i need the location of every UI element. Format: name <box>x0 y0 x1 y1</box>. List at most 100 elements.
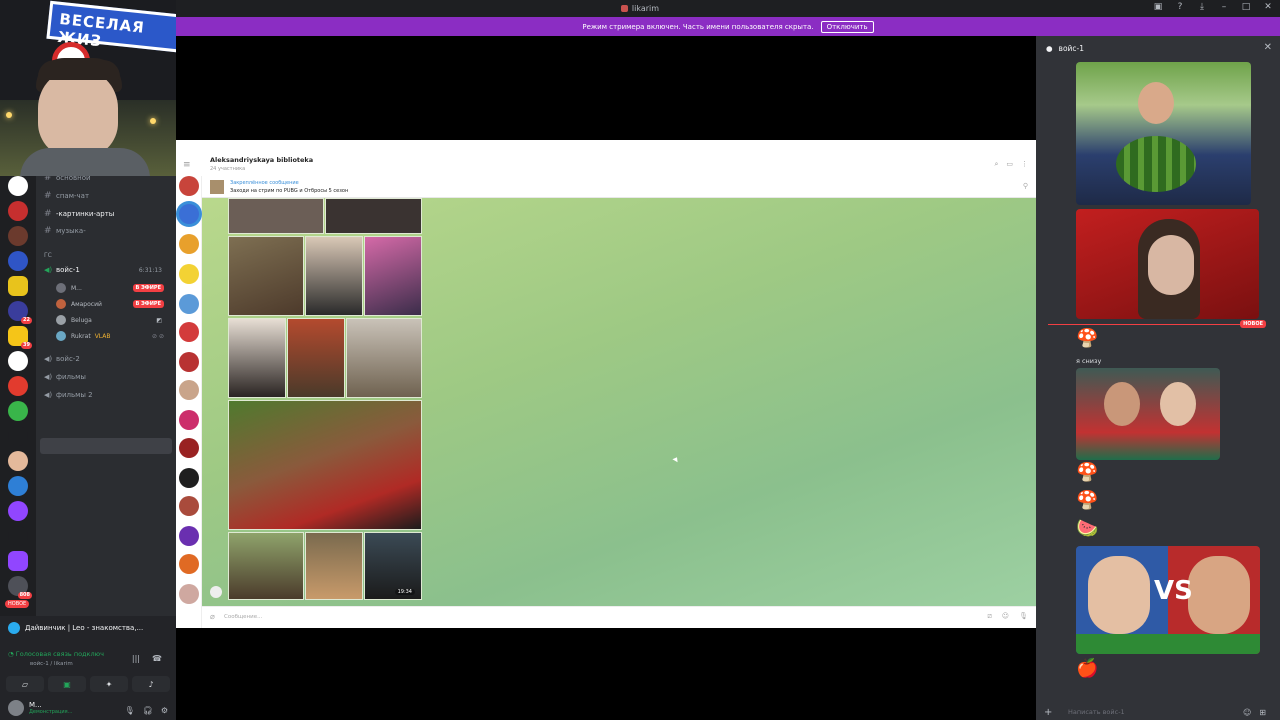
category-header[interactable]: ГС <box>44 252 52 259</box>
photo[interactable] <box>364 236 422 316</box>
chat-avatar[interactable] <box>179 554 199 574</box>
voice-channel-voice-1[interactable]: ◀) войс-1 6:31:13 <box>44 262 168 278</box>
help-icon[interactable]: ? <box>1174 2 1186 12</box>
photo[interactable] <box>287 318 345 398</box>
server-icon[interactable] <box>8 401 28 421</box>
chat-avatar[interactable] <box>179 410 199 430</box>
pin-list-icon[interactable]: ⚲ <box>1023 182 1028 190</box>
server-icon[interactable]: 22 <box>8 301 32 324</box>
chat-avatar[interactable] <box>179 438 199 458</box>
mushroom-emoji[interactable]: 🍄 <box>1076 328 1100 350</box>
voice-member[interactable]: Rukrat VLAB ⊘ ⊘ <box>56 329 168 343</box>
photo[interactable] <box>325 198 422 234</box>
download-icon[interactable]: ⤓ <box>1196 2 1208 12</box>
chat-avatar[interactable] <box>179 322 199 342</box>
photo[interactable] <box>305 532 363 600</box>
chat-avatar[interactable] <box>179 294 199 314</box>
photo[interactable] <box>228 400 422 530</box>
soundboard-button[interactable]: ♪ <box>132 676 170 692</box>
image-two-men[interactable] <box>1076 368 1220 460</box>
voice-channel-films-2[interactable]: ◀) фильмы 2 <box>44 387 93 403</box>
image-man-with-headset[interactable] <box>1076 209 1259 319</box>
more-icon[interactable]: ⋮ <box>1021 160 1028 169</box>
voice-channel-voice-2[interactable]: ◀) войс-2 <box>44 351 80 367</box>
microphone-icon[interactable]: 🎙︎ <box>125 706 135 715</box>
inbox-icon[interactable]: ▣ <box>1152 2 1164 12</box>
chat-avatar[interactable] <box>179 380 199 400</box>
voice-channel-selected[interactable] <box>40 438 172 454</box>
voice-member[interactable]: Beluga ◩ <box>56 313 168 327</box>
close-window-button[interactable]: ✕ <box>1262 2 1274 12</box>
maximize-button[interactable]: □ <box>1240 2 1252 12</box>
channel-music[interactable]: # музыка- <box>44 223 86 239</box>
activity-row[interactable]: Дайвинчик | Leo - знакомства,... <box>8 622 168 634</box>
photo[interactable] <box>228 532 304 600</box>
voice-connected-status[interactable]: ◔ Голосовая связь подключ <box>8 650 104 658</box>
settings-icon[interactable]: ⚙ <box>161 706 168 715</box>
watermelon-emoji[interactable]: 🍉 <box>1076 518 1100 540</box>
photo[interactable] <box>228 198 324 234</box>
server-icon[interactable] <box>8 501 28 521</box>
commands-icon[interactable]: ⧄ <box>987 612 991 621</box>
image-versus-thumbnail[interactable]: VS <box>1076 546 1260 654</box>
chat-avatar[interactable] <box>179 264 199 284</box>
chat-avatar[interactable] <box>179 496 199 516</box>
disable-streamer-mode-button[interactable]: Отключить <box>820 20 874 33</box>
apps-icon[interactable]: ⊞ <box>1259 708 1266 717</box>
attach-icon[interactable]: ⌀ <box>210 612 215 621</box>
voice-record-icon[interactable]: 🎙︎ <box>1019 612 1028 621</box>
plus-icon[interactable]: + <box>1044 707 1058 718</box>
server-icon[interactable] <box>8 176 28 196</box>
mushroom-emoji[interactable]: 🍄 <box>1076 490 1100 512</box>
current-user[interactable]: М... Демонстрация... <box>8 700 72 716</box>
server-icon[interactable] <box>8 251 28 271</box>
photo[interactable]: 19:34 <box>364 532 422 600</box>
chat-avatar[interactable] <box>179 352 199 372</box>
photo[interactable] <box>228 318 286 398</box>
emoji-picker-icon[interactable]: ☺ <box>1243 708 1251 717</box>
chat-avatar[interactable] <box>179 176 199 196</box>
server-icon[interactable] <box>8 476 28 496</box>
channel-spam[interactable]: # спам-чат <box>44 188 89 204</box>
voice-member[interactable]: М... В ЭФИРЕ <box>56 281 168 295</box>
pinned-message[interactable]: Закреплённое сообщение Заходи на стрим п… <box>202 176 1036 198</box>
server-icon[interactable] <box>8 201 28 221</box>
sender-avatar[interactable] <box>210 586 222 598</box>
emoji-icon[interactable]: ☺ <box>1002 612 1009 621</box>
close-icon[interactable]: ✕ <box>1264 42 1272 53</box>
photo[interactable] <box>346 318 422 398</box>
server-icon[interactable] <box>8 226 28 246</box>
camera-button[interactable]: ▱ <box>6 676 44 692</box>
image-man-with-watermelon[interactable] <box>1076 62 1251 205</box>
chat-avatar[interactable] <box>179 234 199 254</box>
server-icon[interactable] <box>8 426 28 446</box>
voice-member[interactable]: Амаросий В ЭФИРЕ <box>56 297 168 311</box>
photo-album-message[interactable]: 19:34 <box>228 198 422 600</box>
server-icon[interactable] <box>8 526 28 546</box>
apple-emoji[interactable]: 🍎 <box>1076 658 1100 680</box>
menu-icon[interactable]: ≡ <box>183 160 191 170</box>
photo[interactable] <box>305 236 363 316</box>
twitch-icon[interactable] <box>8 551 28 571</box>
server-icon[interactable]: 808 <box>8 576 32 599</box>
noise-suppression-icon[interactable]: ||| <box>132 654 140 663</box>
server-icon[interactable] <box>8 376 28 396</box>
search-icon[interactable]: ⌕ <box>994 160 998 169</box>
headphones-icon[interactable]: 🎧︎ <box>143 706 153 715</box>
activities-button[interactable]: ✦ <box>90 676 128 692</box>
chat-input[interactable]: Написать войс-1 <box>1068 708 1125 716</box>
photo[interactable] <box>228 236 304 316</box>
new-servers-pill[interactable]: НОВОЕ <box>5 600 30 608</box>
sidebar-icon[interactable]: ▭ <box>1006 160 1013 169</box>
chat-avatar[interactable] <box>179 526 199 546</box>
chat-title[interactable]: Aleksandriyskaya biblioteka <box>210 156 313 164</box>
chat-avatar[interactable] <box>179 468 199 488</box>
server-icon[interactable] <box>8 276 28 296</box>
server-icon[interactable] <box>8 351 28 371</box>
message-input[interactable]: Сообщение... <box>224 614 262 620</box>
channel-art[interactable]: # -картинки-арты <box>44 206 114 222</box>
stream-view[interactable]: Aleksandriyskaya biblioteka 24 участника… <box>176 36 1036 720</box>
mushroom-emoji[interactable]: 🍄 <box>1076 462 1100 484</box>
screen-share-button[interactable]: ▣ <box>48 676 86 692</box>
server-icon[interactable]: 39 <box>8 326 32 349</box>
